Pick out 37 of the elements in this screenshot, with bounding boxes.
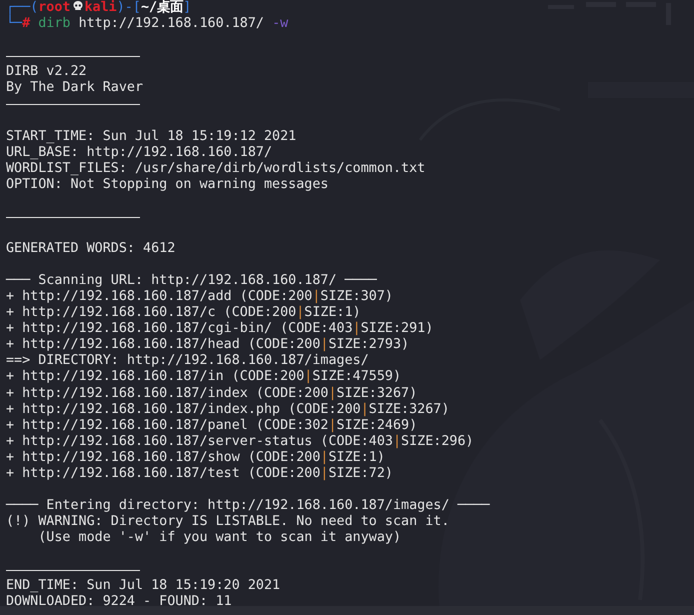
prompt-frame: └─: [6, 16, 22, 32]
command-name: dirb: [38, 16, 70, 32]
output-line: ─── Scanning URL: http://192.168.160.187/ ────: [6, 273, 377, 288]
skull-icon: [72, 0, 84, 12]
output-line: ==> DIRECTORY: http://192.168.160.187/images/: [6, 353, 369, 368]
output-line: + http://192.168.160.187/test (CODE:200|SIZE:72): [6, 466, 393, 481]
output-line: WORDLIST_FILES: /usr/share/dirb/wordlists/common.txt: [6, 160, 426, 176]
output-line: URL_BASE: http://192.168.160.187/: [6, 144, 272, 160]
output-line: + http://192.168.160.187/add (CODE:200|SIZE:307): [6, 289, 393, 304]
prompt-frame: )-[: [116, 0, 141, 15]
output-line: + http://192.168.160.187/head (CODE:200|SIZE:2793): [6, 337, 410, 352]
command-option-text: -w: [272, 16, 288, 32]
output-line: + http://192.168.160.187/show (CODE:200|SIZE:1): [6, 450, 385, 465]
current-directory: ~/桌面: [140, 0, 184, 15]
output-line: ──── Entering directory: http://192.168.160.187/images/ ────: [6, 498, 490, 513]
output-line: + http://192.168.160.187/cgi-bin/ (CODE:403|SIZE:291): [6, 321, 434, 336]
output-line: (!) WARNING: Directory IS LISTABLE. No need to scan it.: [6, 514, 450, 529]
output-line: + http://192.168.160.187/index.php (CODE:200|SIZE:3267): [6, 402, 450, 417]
command-argument: http://192.168.160.187/: [78, 16, 264, 32]
output-line: END_TIME: Sun Jul 18 15:19:20 2021: [6, 578, 280, 594]
prompt-frame: ]: [183, 0, 192, 15]
output-line: + http://192.168.160.187/index (CODE:200|SIZE:3267): [6, 386, 418, 400]
output-line: + http://192.168.160.187/in (CODE:200|SIZE:47559): [6, 369, 402, 384]
output-line: DIRB v2.22: [6, 64, 87, 80]
user-name: root: [38, 0, 70, 15]
host-name: kali: [84, 0, 117, 15]
output-line: By The Dark Raver: [6, 80, 144, 96]
prompt-symbol: #: [22, 16, 30, 32]
output-line: GENERATED WORDS: 4612: [6, 240, 176, 256]
output-line: (Use mode '-w' if you want to scan it anyway): [37, 530, 402, 546]
output-line: DOWNLOADED: 9224 - FOUND: 11: [6, 594, 232, 610]
prompt-frame: ┌──(: [6, 0, 38, 15]
output-line: + http://192.168.160.187/panel (CODE:302|SIZE:2469): [6, 418, 418, 433]
output-line: + http://192.168.160.187/c (CODE:200|SIZE:1): [6, 305, 361, 320]
output-line: OPTION: Not Stopping on warning messages: [6, 176, 328, 192]
output-line: START_TIME: Sun Jul 18 15:19:12 2021: [6, 128, 296, 144]
output-line: + http://192.168.160.187/server-status (CODE:403|SIZE:296): [6, 434, 474, 449]
